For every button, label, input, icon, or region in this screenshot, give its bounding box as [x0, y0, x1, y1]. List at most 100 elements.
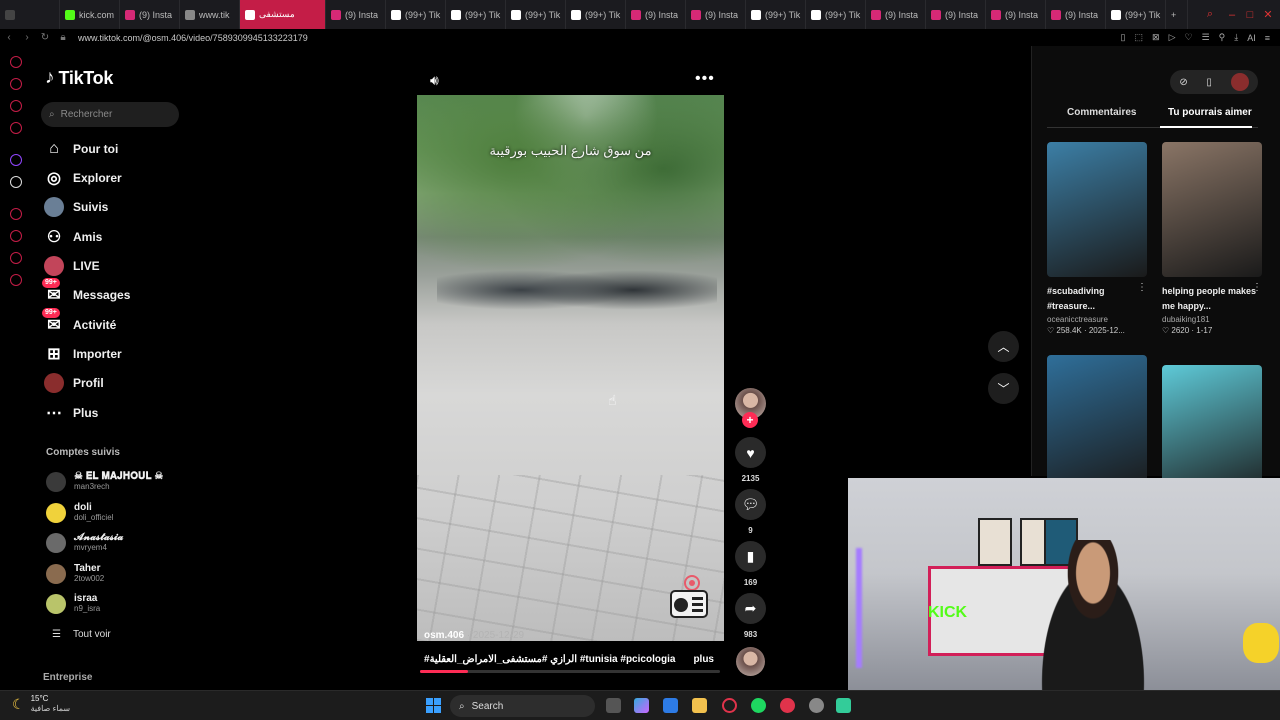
opera-gx-icon[interactable] [780, 698, 795, 713]
next-video-button[interactable]: ﹀ [988, 373, 1019, 404]
video-player[interactable]: من سوق شارع الحبيب بورقيبة [417, 95, 724, 641]
card-menu-icon[interactable]: ⋮ [1252, 282, 1262, 293]
recommended-video-card[interactable] [1047, 355, 1147, 490]
browser-tab[interactable]: (99+) Tik [806, 0, 866, 29]
profile-icon[interactable]: ⚲ [1219, 32, 1226, 43]
browser-tab[interactable]: (9) Insta [626, 0, 686, 29]
settings-icon[interactable]: ≡ [1265, 33, 1270, 43]
nav-item[interactable]: ⋯ Plus [44, 402, 98, 424]
followed-account[interactable]: 𝓐𝓷𝓪𝓼𝓽𝓪𝓼𝓲𝓪 mvryem4 [46, 532, 123, 553]
video-progress-bar[interactable] [420, 670, 720, 673]
video-thumbnail[interactable] [1047, 142, 1147, 277]
menu-icon[interactable]: ☰ [1202, 32, 1210, 43]
browser-tab[interactable]: (99+) Tik [506, 0, 566, 29]
card-menu-icon[interactable]: ⋮ [1137, 282, 1147, 293]
browser-tab[interactable]: (9) Insta [120, 0, 180, 29]
share-action[interactable]: ➦ 983 [735, 593, 766, 639]
new-tab-button[interactable]: + [1166, 0, 1188, 29]
bookmark-icon[interactable]: ▮ [735, 541, 766, 572]
browser-tab[interactable] [0, 0, 60, 29]
windows-start-icon[interactable] [426, 698, 441, 713]
forward-icon[interactable]: › [18, 32, 36, 43]
copilot-icon[interactable] [634, 698, 649, 713]
browser-tab[interactable]: (9) Insta [326, 0, 386, 29]
rail-bag-icon[interactable] [10, 78, 22, 90]
video-thumbnail[interactable] [1162, 142, 1262, 277]
maximize-icon[interactable]: □ [1240, 0, 1260, 29]
task-view-icon[interactable] [606, 698, 621, 713]
store-icon[interactable] [663, 698, 678, 713]
rail-settings-icon[interactable] [10, 274, 22, 286]
phone-icon[interactable]: ▯ [1206, 77, 1212, 88]
user-avatar[interactable] [1230, 73, 1249, 91]
browser-tab[interactable]: kick.com [60, 0, 120, 29]
caption-text[interactable]: #الرازي #مستشفى_الامراض_العقلية #tunisia… [424, 654, 675, 665]
minimize-icon[interactable]: – [1222, 0, 1242, 29]
weather-widget[interactable]: ☾ 15°C سماء صافية [12, 694, 70, 714]
followed-account[interactable]: doli doli_officiel [46, 502, 113, 523]
nav-item[interactable]: ✉ 99+ Messages [42, 278, 130, 306]
tiktok-logo[interactable]: ♪ TikTok [45, 67, 113, 89]
tab-comments[interactable]: Commentaires [1067, 107, 1136, 118]
rail-messenger-icon[interactable] [10, 100, 22, 112]
back-icon[interactable]: ‹ [0, 32, 18, 43]
nav-item[interactable]: ◎ Explorer [44, 167, 122, 189]
url-field[interactable]: www.tiktok.com/@osm.406/video/7589309945… [78, 33, 308, 43]
spotify-icon[interactable] [751, 698, 766, 713]
rail-instagram-icon[interactable] [10, 122, 22, 134]
previous-video-button[interactable]: ︿ [988, 331, 1019, 362]
rail-x-icon[interactable] [10, 176, 22, 188]
reload-icon[interactable]: ↻ [36, 32, 54, 43]
search-input[interactable]: ⌕ Rechercher [41, 102, 179, 127]
browser-tab[interactable]: (9) Insta [986, 0, 1046, 29]
browser-tab[interactable]: (99+) Tik [746, 0, 806, 29]
browser-tab[interactable]: www.tik [180, 0, 240, 29]
sound-avatar[interactable] [736, 647, 765, 676]
nav-item[interactable]: LIVE [44, 255, 100, 277]
ai-button[interactable]: AI [1247, 33, 1256, 43]
browser-tab[interactable]: (9) Insta [926, 0, 986, 29]
screenshot-icon[interactable]: ⬚ [1135, 32, 1144, 43]
rail-extensions-icon[interactable] [10, 252, 22, 264]
bookmark-icon[interactable]: ▯ [1121, 32, 1126, 43]
more-options-icon[interactable]: ••• [695, 70, 715, 88]
recommended-video-card[interactable]: helping people makes me happy... dubaikin… [1162, 142, 1262, 335]
browser-tab[interactable]: (99+) Tik [566, 0, 626, 29]
app-icon[interactable] [809, 698, 824, 713]
nav-item[interactable]: ✉ 99+ Activité [42, 308, 116, 336]
caption-more-button[interactable]: plus [693, 654, 714, 665]
browser-tab[interactable]: (99+) Tik [446, 0, 506, 29]
rail-history-icon[interactable] [10, 208, 22, 220]
taskbar-search[interactable]: ⌕ Search [450, 695, 595, 717]
rail-twitch-icon[interactable] [10, 154, 22, 166]
browser-tab[interactable]: (99+) Tik [386, 0, 446, 29]
comment-action[interactable]: 💬︎ 9 [735, 489, 766, 535]
followed-account[interactable]: israa n9_isra [46, 593, 100, 614]
rail-clock-icon[interactable] [10, 230, 22, 242]
follow-button[interactable]: + [742, 412, 758, 428]
video-author[interactable]: osm.406 [424, 630, 464, 641]
followed-account[interactable]: ☠ 𝐄𝐋 𝐌𝐀𝐉𝐇𝐎𝐔𝐋 ☠ man3rech [46, 471, 163, 492]
recommended-video-card[interactable]: #scubadiving #treasure... oceanicctreasur… [1047, 142, 1147, 335]
heart-icon[interactable]: ♥ [735, 437, 766, 468]
download-icon[interactable]: ⤓ [1234, 32, 1238, 43]
nav-item[interactable]: ⊞ Importer [44, 343, 121, 365]
browser-tab[interactable]: (99+) Tik [1106, 0, 1166, 29]
browser-tab[interactable]: مستشفى [240, 0, 326, 29]
browser-tab[interactable]: (9) Insta [686, 0, 746, 29]
search-icon[interactable]: ⌕ [1200, 0, 1220, 29]
save-action[interactable]: ▮ 169 [735, 541, 766, 587]
comment-icon[interactable]: 💬︎ [735, 489, 766, 520]
heart-icon[interactable]: ♡ [1184, 32, 1192, 43]
play-icon[interactable]: ▷ [1169, 32, 1176, 43]
opera-icon[interactable] [722, 698, 737, 713]
video-thumbnail[interactable] [1047, 355, 1147, 490]
followed-account[interactable]: Taher 2tow002 [46, 563, 104, 584]
share-icon[interactable]: ➦ [735, 593, 766, 624]
nav-item[interactable]: Suivis [44, 196, 108, 218]
nav-item[interactable]: Profil [44, 372, 104, 394]
tab-you-may-like[interactable]: Tu pourrais aimer [1168, 107, 1252, 118]
nav-item[interactable]: ⌂ Pour toi [44, 138, 118, 160]
volume-icon[interactable]: 🔊︎ [430, 72, 439, 89]
browser-tab[interactable]: (9) Insta [1046, 0, 1106, 29]
